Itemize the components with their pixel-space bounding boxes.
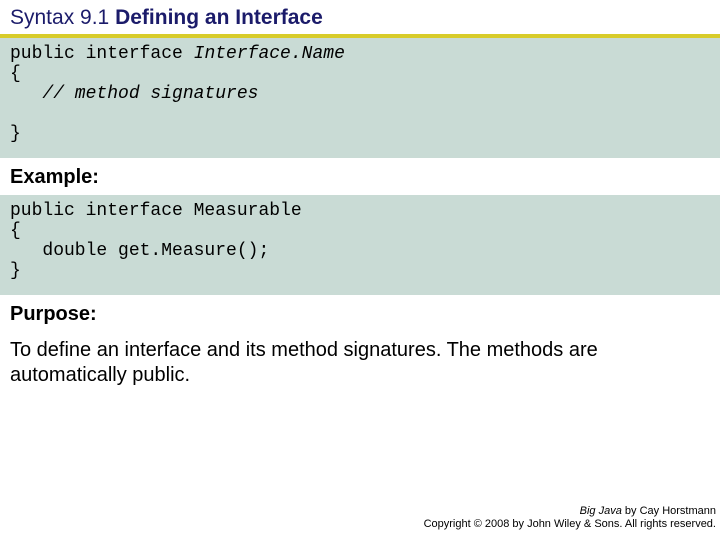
code-line: public interface Measurable	[10, 201, 302, 221]
code-line-italic: Interface.Name	[194, 44, 345, 64]
purpose-text: To define an interface and its method si…	[0, 332, 720, 388]
slide: Syntax 9.1 Defining an Interface public …	[0, 0, 720, 388]
code-block-syntax: public interface Interface.Name { // met…	[0, 38, 720, 158]
title-main: Defining an Interface	[115, 6, 323, 29]
code-line-italic: // method signatures	[42, 84, 258, 104]
footer-line1: Big Java by Cay Horstmann	[424, 505, 716, 519]
code-line: double get.Measure();	[10, 241, 269, 261]
code-line: {	[10, 64, 21, 84]
code-block-example: public interface Measurable { double get…	[0, 195, 720, 295]
example-heading: Example:	[0, 158, 720, 195]
book-title: Big Java	[580, 505, 622, 517]
purpose-heading: Purpose:	[0, 295, 720, 332]
code-line	[10, 84, 42, 104]
footer-author: by Cay Horstmann	[622, 505, 716, 517]
code-line: {	[10, 221, 21, 241]
slide-title: Syntax 9.1 Defining an Interface	[0, 6, 720, 34]
code-line: public interface	[10, 44, 194, 64]
footer: Big Java by Cay Horstmann Copyright © 20…	[424, 505, 716, 533]
title-text: Syntax 9.1 Defining an Interface	[10, 6, 323, 29]
title-prefix: Syntax 9.1	[10, 6, 115, 29]
code-line: }	[10, 124, 21, 144]
footer-line2: Copyright © 2008 by John Wiley & Sons. A…	[424, 518, 716, 532]
code-line: }	[10, 261, 21, 281]
